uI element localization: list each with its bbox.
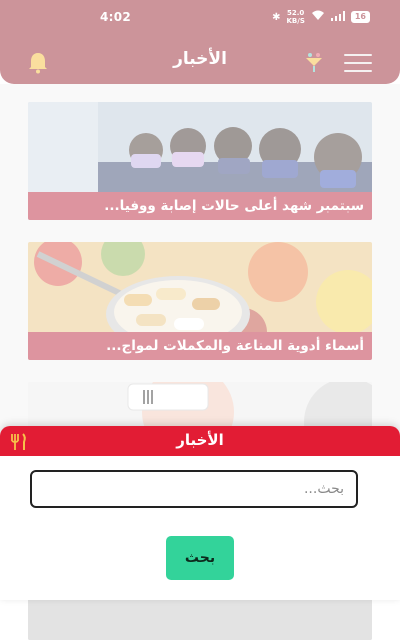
battery-icon: 16 — [350, 11, 370, 23]
status-time: 4:02 — [100, 10, 132, 24]
status-icons: ✱ 52.0 KB/S 16 — [272, 9, 370, 25]
network-speed: 52.0 KB/S — [286, 9, 305, 25]
signal-icon — [330, 10, 345, 24]
search-panel: الأخبار بحث — [0, 426, 400, 600]
news-title: أسماء أدوية المناعة والمكملات لمواج... — [28, 332, 372, 360]
news-title: سبتمبر شهد أعلى حالات إصابة ووفيا... — [28, 192, 372, 220]
wifi-icon — [311, 10, 325, 24]
page-title: الأخبار — [173, 49, 227, 69]
bluetooth-icon: ✱ — [272, 11, 281, 23]
search-input[interactable] — [30, 470, 358, 508]
news-card[interactable]: أسماء أدوية المناعة والمكملات لمواج... — [28, 242, 372, 360]
menu-icon[interactable] — [344, 54, 372, 72]
search-panel-title: الأخبار — [176, 431, 224, 449]
search-panel-header: الأخبار — [0, 426, 400, 456]
app-header: الأخبار — [0, 36, 400, 84]
status-bar: 4:02 ✱ 52.0 KB/S 16 — [0, 0, 400, 36]
logo-icon — [306, 53, 322, 72]
news-card[interactable]: سبتمبر شهد أعلى حالات إصابة ووفيا... — [28, 102, 372, 220]
search-button[interactable]: بحث — [166, 536, 234, 580]
